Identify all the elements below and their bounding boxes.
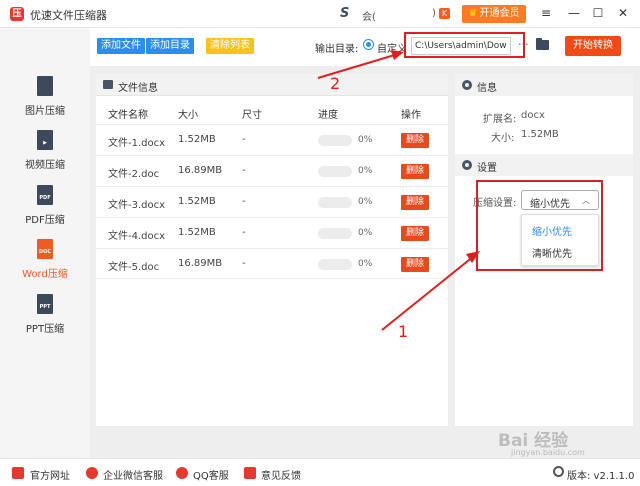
version-text: 版本: v2.1.1.0 xyxy=(567,471,635,482)
feedback-icon xyxy=(244,467,256,479)
watermark-url: jingyan.baidu.com xyxy=(511,448,585,457)
wechat-icon xyxy=(86,467,98,479)
website-icon xyxy=(12,467,24,479)
qq-icon xyxy=(176,467,188,479)
footer: 官方网址 企业微信客服 QQ客服 意见反馈 版本: v2.1.1.0 xyxy=(0,458,640,486)
footer-link-website[interactable]: 官方网址 xyxy=(30,467,70,482)
annotation-arrows xyxy=(317,50,480,331)
annotation-number-1: 1 xyxy=(398,322,409,341)
footer-link-wechat[interactable]: 企业微信客服 xyxy=(103,467,163,482)
arrow-1-line xyxy=(381,255,475,331)
footer-link-feedback[interactable]: 意见反馈 xyxy=(261,467,301,482)
arrow-2-head xyxy=(391,50,404,60)
refresh-icon xyxy=(553,466,564,477)
annotation-number-2: 2 xyxy=(330,74,341,93)
footer-link-qq[interactable]: QQ客服 xyxy=(193,467,229,482)
